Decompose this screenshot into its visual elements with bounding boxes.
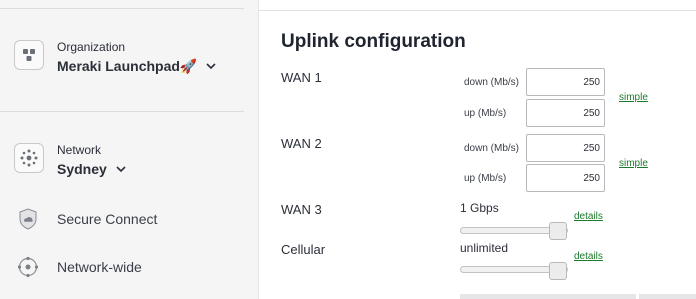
cloud-shield-icon <box>16 207 40 231</box>
wan3-details-link[interactable]: details <box>574 211 603 222</box>
wan1-down-label: down (Mb/s) <box>464 77 520 88</box>
wan2-up-input[interactable] <box>526 164 605 192</box>
sidebar-item-secure-connect[interactable]: Secure Connect <box>16 206 157 232</box>
network-wide-icon <box>16 255 40 279</box>
chevron-down-icon <box>116 160 126 178</box>
table-header-edge <box>460 294 636 299</box>
sidebar-item-label: Network-wide <box>57 259 142 275</box>
organization-icon <box>14 40 44 70</box>
network-icon <box>14 143 44 173</box>
table-header-edge <box>639 294 696 299</box>
wan3-label: WAN 3 <box>281 202 322 217</box>
sidebar-item-label: Secure Connect <box>57 211 158 227</box>
chevron-down-icon <box>206 57 216 75</box>
sidebar-item-network-wide[interactable]: Network-wide <box>16 254 142 280</box>
page-title: Uplink configuration <box>281 31 466 52</box>
network-caption: Network <box>57 143 102 157</box>
wan1-up-input[interactable] <box>526 99 605 127</box>
wan3-slider-handle[interactable] <box>549 222 567 240</box>
cellular-details-link[interactable]: details <box>574 251 603 262</box>
organization-selector[interactable]: Meraki Launchpad🚀 <box>57 57 216 75</box>
sidebar-divider <box>0 111 244 112</box>
organization-name: Meraki Launchpad🚀 <box>57 57 198 74</box>
wan2-label: WAN 2 <box>281 136 322 151</box>
network-selector[interactable]: Sydney <box>57 160 126 178</box>
wan3-speed: 1 Gbps <box>460 201 499 215</box>
cellular-speed: unlimited <box>460 241 509 255</box>
wan2-simple-link[interactable]: simple <box>619 158 648 169</box>
organization-caption: Organization <box>57 40 126 54</box>
wan2-down-input[interactable] <box>526 134 605 162</box>
uplink-configuration-panel: Uplink configuration WAN 1 down (Mb/s) u… <box>259 0 696 299</box>
wan2-up-label: up (Mb/s) <box>464 173 507 184</box>
network-name: Sydney <box>57 161 107 177</box>
wan2-down-label: down (Mb/s) <box>464 143 520 154</box>
wan1-up-label: up (Mb/s) <box>464 108 507 119</box>
wan1-down-input[interactable] <box>526 68 605 96</box>
cellular-slider-handle[interactable] <box>549 262 567 280</box>
wan1-simple-link[interactable]: simple <box>619 92 648 103</box>
header-divider <box>259 10 696 11</box>
wan1-label: WAN 1 <box>281 70 322 85</box>
sidebar: Organization Meraki Launchpad🚀 Network S… <box>0 0 259 299</box>
sidebar-divider <box>0 8 244 9</box>
cellular-label: Cellular <box>281 242 326 257</box>
